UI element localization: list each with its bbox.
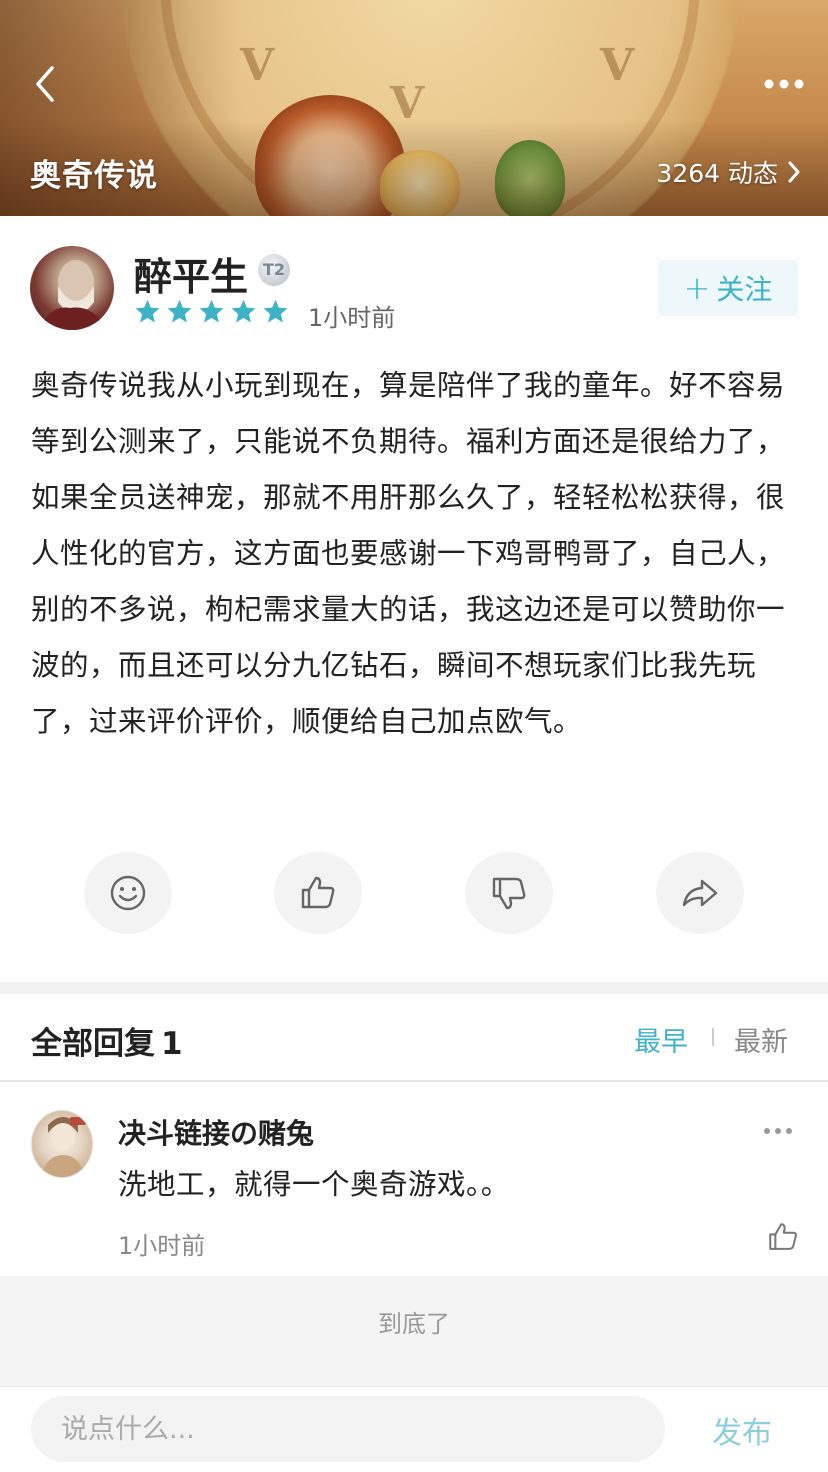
dislike-button[interactable] (465, 852, 553, 934)
section-divider (0, 982, 828, 994)
smile-icon (110, 875, 146, 911)
reply-like-button[interactable] (766, 1220, 800, 1254)
plus-icon: + (683, 269, 711, 307)
reply-author-name[interactable]: 决斗链接の赌兔 (118, 1112, 314, 1152)
publish-button[interactable]: 发布 (712, 1408, 772, 1452)
game-banner: V V V 奥奇传说 3264 动态 (0, 0, 828, 216)
thumbs-up-icon (301, 876, 335, 909)
more-horizontal-icon (764, 1128, 792, 1134)
user-level-badge: T2 (258, 254, 290, 286)
sort-separator (712, 1028, 714, 1046)
divider (0, 1080, 828, 1082)
share-button[interactable] (656, 852, 744, 934)
banner-numeral-decoration: V (240, 40, 275, 91)
author-avatar[interactable] (30, 246, 114, 330)
like-button[interactable] (274, 852, 362, 934)
replies-title: 全部回复 (31, 1026, 155, 1062)
thumbs-down-icon (492, 877, 526, 910)
chevron-left-icon (36, 66, 54, 102)
list-end-text: 到底了 (378, 1310, 450, 1338)
more-options-button[interactable] (762, 70, 806, 98)
sort-latest-tab[interactable]: 最新 (734, 1020, 788, 1059)
game-title[interactable]: 奥奇传说 (30, 150, 158, 195)
activity-count-text: 3264 动态 (656, 159, 778, 188)
follow-label: 关注 (716, 273, 773, 306)
sort-earliest-tab[interactable]: 最早 (634, 1020, 688, 1059)
star-icon (167, 299, 192, 323)
reply-more-button[interactable] (762, 1122, 794, 1140)
avatar-art (40, 1117, 86, 1177)
replies-count: 1 (161, 1026, 183, 1062)
star-icon (263, 299, 288, 323)
reply-text: 洗地工，就得一个奥奇游戏。。 (118, 1168, 510, 1201)
banner-numeral-decoration: V (600, 40, 635, 91)
star-icon (231, 299, 256, 323)
activity-count-link[interactable]: 3264 动态 (656, 154, 802, 190)
author-name[interactable]: 醉平生 (134, 246, 248, 301)
share-icon (682, 879, 718, 907)
comment-input[interactable] (31, 1396, 665, 1462)
avatar-portrait-art (40, 260, 106, 330)
back-button[interactable] (30, 62, 70, 106)
star-icon (135, 299, 160, 323)
review-text: 奥奇传说我从小玩到现在，算是陪伴了我的童年。好不容易等到公测来了，只能说不负期待… (31, 369, 786, 738)
emoji-reaction-button[interactable] (84, 852, 172, 934)
thumbs-up-icon (769, 1223, 797, 1250)
chevron-right-icon (788, 161, 800, 183)
replies-header: 全部回复 1 (31, 1018, 183, 1063)
follow-button[interactable]: + 关注 (658, 260, 798, 316)
star-icon (199, 299, 224, 323)
more-horizontal-icon (764, 79, 804, 89)
reply-time: 1小时前 (118, 1232, 206, 1260)
rating-stars (134, 298, 289, 325)
reply-avatar[interactable] (31, 1110, 93, 1178)
post-time: 1小时前 (308, 304, 396, 332)
